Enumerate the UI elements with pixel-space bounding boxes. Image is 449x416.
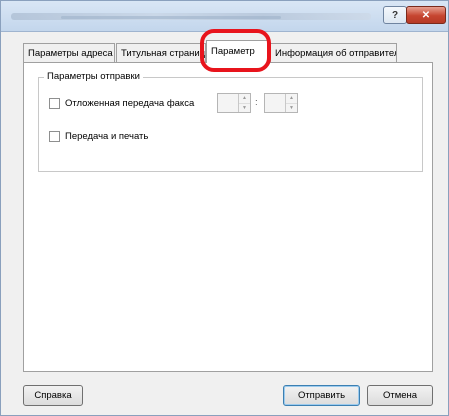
minute-field[interactable] bbox=[265, 94, 283, 112]
dialog-window: ? ✕ Параметры адреса Титульная страниц П… bbox=[0, 0, 449, 416]
tab-address-params[interactable]: Параметры адреса bbox=[23, 43, 115, 62]
hour-down-arrow-icon[interactable]: ▼ bbox=[239, 104, 250, 113]
send-and-print-checkbox[interactable] bbox=[49, 131, 60, 142]
help-button[interactable]: Справка bbox=[23, 385, 83, 406]
hour-spinner[interactable]: ▲ ▼ bbox=[217, 93, 251, 113]
blurred-title-detail bbox=[61, 16, 281, 19]
send-button[interactable]: Отправить bbox=[283, 385, 360, 406]
hour-field[interactable] bbox=[218, 94, 236, 112]
close-icon[interactable]: ✕ bbox=[406, 6, 446, 24]
send-and-print-label[interactable]: Передача и печать bbox=[65, 131, 148, 142]
tab-panel-parameter: Параметры отправки Отложенная передача ф… bbox=[23, 62, 433, 372]
delayed-fax-checkbox[interactable] bbox=[49, 98, 60, 109]
minute-down-arrow-icon[interactable]: ▼ bbox=[286, 104, 297, 113]
minute-up-arrow-icon[interactable]: ▲ bbox=[286, 94, 297, 104]
hour-up-arrow-icon[interactable]: ▲ bbox=[239, 94, 250, 104]
help-icon[interactable]: ? bbox=[383, 6, 407, 24]
delayed-fax-row: Отложенная передача факса bbox=[49, 98, 194, 109]
send-options-group: Параметры отправки Отложенная передача ф… bbox=[38, 71, 423, 172]
cancel-button[interactable]: Отмена bbox=[367, 385, 433, 406]
time-separator: : bbox=[255, 97, 258, 108]
delayed-fax-label[interactable]: Отложенная передача факса bbox=[65, 98, 194, 109]
tab-sender-info[interactable]: Информация об отправителе bbox=[270, 43, 397, 62]
title-bar[interactable]: ? ✕ bbox=[1, 1, 448, 32]
group-title: Параметры отправки bbox=[44, 71, 143, 82]
tab-parameter[interactable]: Параметр bbox=[206, 40, 270, 63]
tab-cover-page[interactable]: Титульная страниц bbox=[116, 43, 206, 62]
minute-spinner[interactable]: ▲ ▼ bbox=[264, 93, 298, 113]
send-and-print-row: Передача и печать bbox=[49, 131, 148, 142]
